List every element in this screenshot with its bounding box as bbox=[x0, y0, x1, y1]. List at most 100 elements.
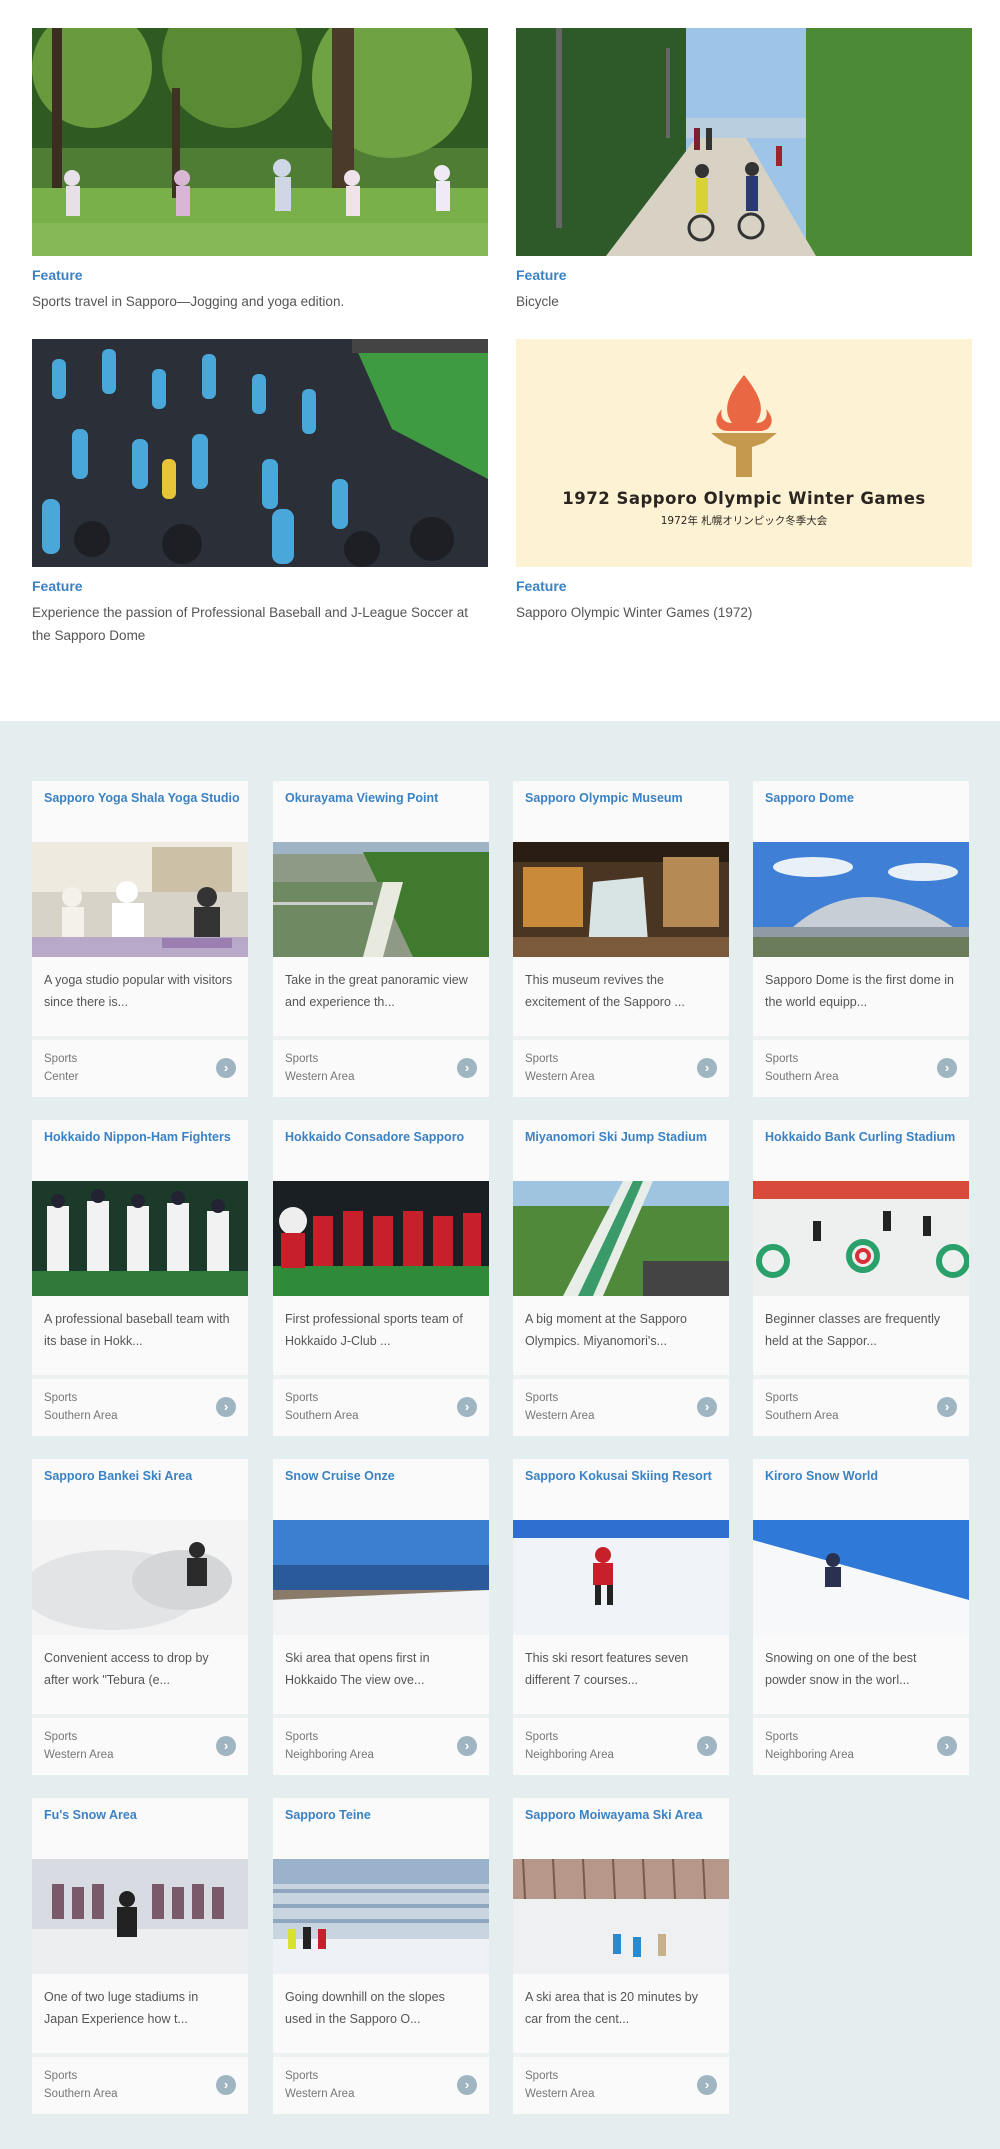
chevron-right-circle-icon[interactable]: › bbox=[457, 2075, 477, 2095]
spot-description: This museum revives the excitement of th… bbox=[525, 973, 685, 1009]
chevron-right-circle-icon[interactable]: › bbox=[937, 1736, 957, 1756]
feature-title[interactable]: Experience the passion of Professional B… bbox=[32, 601, 488, 647]
spot-description: Beginner classes are frequently held at … bbox=[765, 1312, 941, 1348]
chevron-right-circle-icon[interactable]: › bbox=[216, 1736, 236, 1756]
spot-image[interactable] bbox=[753, 842, 969, 957]
spot-image[interactable] bbox=[32, 1859, 248, 1974]
chevron-right-circle-icon[interactable]: › bbox=[697, 1058, 717, 1078]
spot-area: Western Area bbox=[525, 2088, 595, 2100]
spot-description: Snowing on one of the best powder snow i… bbox=[765, 1651, 917, 1687]
spot-image[interactable] bbox=[273, 1520, 489, 1635]
spot-image[interactable] bbox=[753, 1181, 969, 1296]
divider bbox=[273, 1375, 489, 1379]
chevron-right-circle-icon[interactable]: › bbox=[697, 2075, 717, 2095]
chevron-right-circle-icon[interactable]: › bbox=[457, 1397, 477, 1417]
spot-image[interactable] bbox=[753, 1520, 969, 1635]
spot-image[interactable] bbox=[273, 1859, 489, 1974]
spot-card[interactable]: Snow Cruise Onze Ski area that opens fir… bbox=[273, 1459, 489, 1775]
spot-title[interactable]: Sapporo Bankei Ski Area bbox=[44, 1469, 240, 1484]
feature-title[interactable]: Sports travel in Sapporo—Jogging and yog… bbox=[32, 290, 488, 313]
spot-title[interactable]: Hokkaido Consadore Sapporo bbox=[285, 1130, 481, 1145]
spot-title[interactable]: Sapporo Yoga Shala Yoga Studio bbox=[44, 791, 240, 806]
spot-image[interactable] bbox=[273, 1181, 489, 1296]
divider bbox=[32, 2053, 248, 2057]
spot-image[interactable] bbox=[32, 1181, 248, 1296]
spot-title[interactable]: Snow Cruise Onze bbox=[285, 1469, 481, 1484]
spot-area: Western Area bbox=[285, 1071, 355, 1083]
spot-card[interactable]: Sapporo Olympic Museum This museum reviv… bbox=[513, 781, 729, 1097]
spot-card[interactable]: Sapporo Dome Sapporo Dome is the first d… bbox=[753, 781, 969, 1097]
feature-card[interactable]: 1972 Sapporo Olympic Winter Games 1972年 … bbox=[516, 339, 972, 624]
spot-card[interactable]: Fu's Snow Area One of two luge stadiums … bbox=[32, 1798, 248, 2114]
spot-description: Convenient access to drop by after work … bbox=[44, 1651, 209, 1687]
spot-title[interactable]: Sapporo Dome bbox=[765, 791, 961, 806]
spot-category: Sports bbox=[525, 1053, 559, 1065]
feature-card[interactable]: Feature Sports travel in Sapporo—Jogging… bbox=[32, 28, 488, 313]
chevron-right-circle-icon[interactable]: › bbox=[937, 1058, 957, 1078]
feature-image-park-yoga[interactable] bbox=[32, 28, 488, 256]
spot-title[interactable]: Sapporo Teine bbox=[285, 1808, 481, 1823]
feature-title[interactable]: Sapporo Olympic Winter Games (1972) bbox=[516, 601, 972, 624]
spot-description: Sapporo Dome is the first dome in the wo… bbox=[765, 973, 954, 1009]
divider bbox=[32, 1375, 248, 1379]
banner-subtitle: 1972年 札幌オリンピック冬季大会 bbox=[660, 515, 828, 527]
spot-card[interactable]: Hokkaido Bank Curling Stadium Beginner c… bbox=[753, 1120, 969, 1436]
olympic-torch-icon bbox=[516, 339, 972, 567]
chevron-right-circle-icon[interactable]: › bbox=[457, 1058, 477, 1078]
feature-title[interactable]: Bicycle bbox=[516, 290, 972, 313]
spot-area: Western Area bbox=[525, 1410, 595, 1422]
spot-title[interactable]: Hokkaido Nippon-Ham Fighters bbox=[44, 1130, 240, 1145]
spot-image[interactable] bbox=[513, 1181, 729, 1296]
spot-image[interactable] bbox=[273, 842, 489, 957]
feature-label: Feature bbox=[516, 267, 567, 283]
chevron-right-circle-icon[interactable]: › bbox=[216, 2075, 236, 2095]
spot-image[interactable] bbox=[32, 1520, 248, 1635]
spot-image[interactable] bbox=[32, 842, 248, 957]
divider bbox=[513, 1036, 729, 1040]
spot-title[interactable]: Sapporo Kokusai Skiing Resort bbox=[525, 1469, 721, 1484]
spot-card[interactable]: Sapporo Yoga Shala Yoga Studio A yoga st… bbox=[32, 781, 248, 1097]
spot-area: Center bbox=[44, 1071, 79, 1083]
chevron-right-circle-icon[interactable]: › bbox=[457, 1736, 477, 1756]
spot-card[interactable]: Hokkaido Consadore Sapporo First profess… bbox=[273, 1120, 489, 1436]
spot-category: Sports bbox=[525, 1392, 559, 1404]
chevron-right-circle-icon[interactable]: › bbox=[216, 1397, 236, 1417]
chevron-right-circle-icon[interactable]: › bbox=[697, 1397, 717, 1417]
spot-title[interactable]: Miyanomori Ski Jump Stadium bbox=[525, 1130, 721, 1145]
spot-image[interactable] bbox=[513, 1520, 729, 1635]
chevron-right-circle-icon[interactable]: › bbox=[697, 1736, 717, 1756]
spot-description: A ski area that is 20 minutes by car fro… bbox=[525, 1990, 699, 2026]
chevron-right-circle-icon[interactable]: › bbox=[937, 1397, 957, 1417]
spot-title[interactable]: Sapporo Moiwayama Ski Area bbox=[525, 1808, 721, 1823]
spot-card[interactable]: Sapporo Kokusai Skiing Resort This ski r… bbox=[513, 1459, 729, 1775]
spot-image[interactable] bbox=[513, 842, 729, 957]
spot-category: Sports bbox=[525, 2070, 559, 2082]
spot-card[interactable]: Hokkaido Nippon-Ham Fighters A professio… bbox=[32, 1120, 248, 1436]
spot-title[interactable]: Kiroro Snow World bbox=[765, 1469, 961, 1484]
spot-card[interactable]: Kiroro Snow World Snowing on one of the … bbox=[753, 1459, 969, 1775]
spot-title[interactable]: Sapporo Olympic Museum bbox=[525, 791, 721, 806]
divider bbox=[273, 1036, 489, 1040]
feature-image-bicycle[interactable] bbox=[516, 28, 972, 256]
spot-card[interactable]: Miyanomori Ski Jump Stadium A big moment… bbox=[513, 1120, 729, 1436]
spot-card[interactable]: Sapporo Teine Going downhill on the slop… bbox=[273, 1798, 489, 2114]
spot-card[interactable]: Okurayama Viewing Point Take in the grea… bbox=[273, 781, 489, 1097]
feature-image-stadium[interactable] bbox=[32, 339, 488, 567]
spot-image[interactable] bbox=[513, 1859, 729, 1974]
spot-area: Western Area bbox=[285, 2088, 355, 2100]
banner-title: 1972 Sapporo Olympic Winter Games bbox=[562, 489, 926, 508]
spot-title[interactable]: Hokkaido Bank Curling Stadium bbox=[765, 1130, 961, 1145]
spot-category: Sports bbox=[765, 1731, 799, 1743]
feature-card[interactable]: Feature Bicycle bbox=[516, 28, 972, 313]
spot-description: Ski area that opens first in Hokkaido Th… bbox=[285, 1651, 430, 1687]
feature-card[interactable]: Feature Experience the passion of Profes… bbox=[32, 339, 488, 647]
spot-title[interactable]: Okurayama Viewing Point bbox=[285, 791, 481, 806]
chevron-right-circle-icon[interactable]: › bbox=[216, 1058, 236, 1078]
spot-area: Neighboring Area bbox=[285, 1749, 374, 1761]
spot-title[interactable]: Fu's Snow Area bbox=[44, 1808, 240, 1823]
spot-category: Sports bbox=[765, 1392, 799, 1404]
feature-image-olympic-banner[interactable]: 1972 Sapporo Olympic Winter Games 1972年 … bbox=[516, 339, 972, 567]
spot-card[interactable]: Sapporo Bankei Ski Area Convenient acces… bbox=[32, 1459, 248, 1775]
spot-card[interactable]: Sapporo Moiwayama Ski Area A ski area th… bbox=[513, 1798, 729, 2114]
divider bbox=[753, 1375, 969, 1379]
